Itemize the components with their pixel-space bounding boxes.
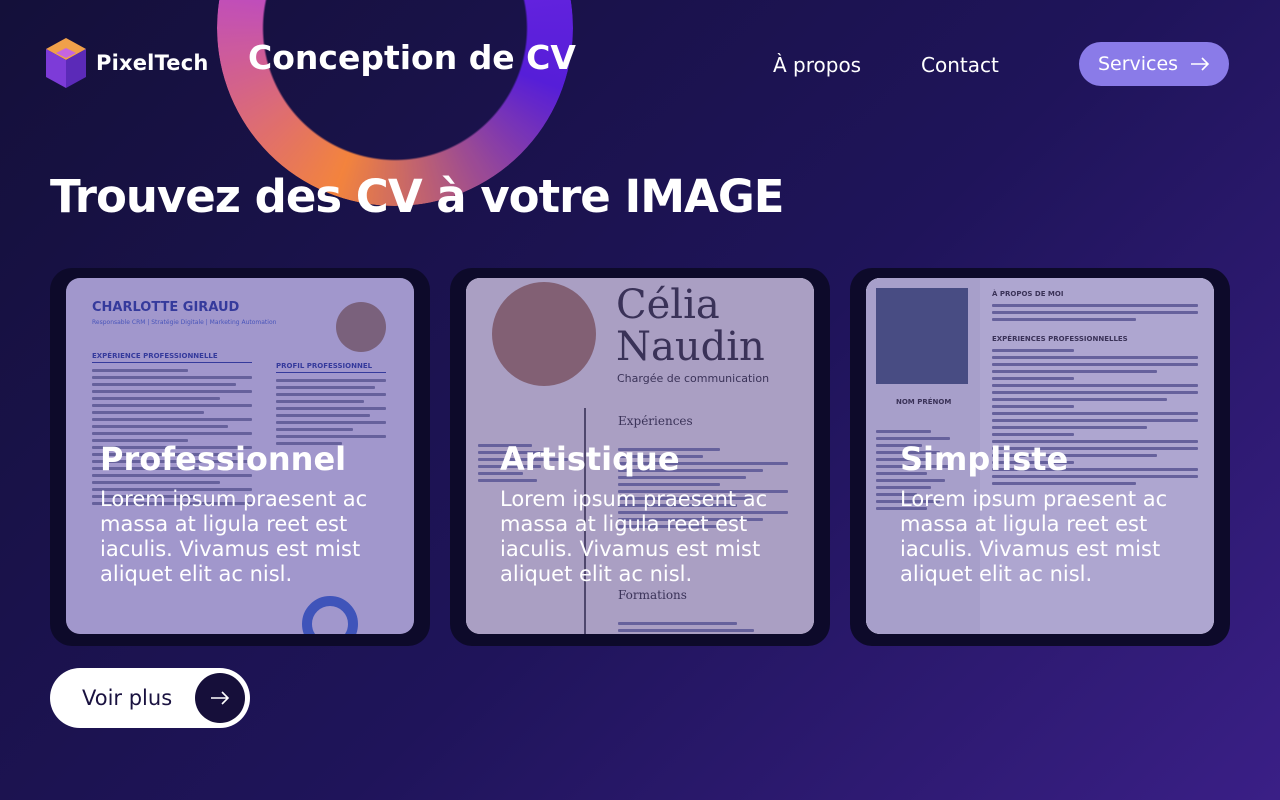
card-description: Lorem ipsum praesent ac massa at ligula …: [100, 487, 368, 587]
preview-name: CHARLOTTE GIRAUD: [92, 300, 240, 315]
preview-section-title: À PROPOS DE MOI: [992, 290, 1064, 298]
preview-name: Célia Naudin: [616, 282, 765, 370]
preview-photo: [336, 302, 386, 352]
card-description: Lorem ipsum praesent ac massa at ligula …: [900, 487, 1168, 587]
voir-plus-label: Voir plus: [82, 686, 173, 710]
preview-section-title: EXPÉRIENCES PROFESSIONNELLES: [992, 335, 1128, 343]
cube-logo-icon: [46, 38, 86, 88]
voir-plus-button[interactable]: Voir plus: [50, 668, 250, 728]
card-title: Simpliste: [900, 440, 1069, 478]
arrow-right-icon: [211, 691, 230, 705]
card-title: Professionnel: [100, 440, 347, 478]
arrow-right-icon: [1191, 57, 1210, 71]
cv-cards: CHARLOTTE GIRAUD Responsable CRM | Strat…: [50, 268, 1230, 646]
brand-logo[interactable]: PixelTech: [42, 36, 209, 90]
preview-role: Responsable CRM | Stratégie Digitale | M…: [92, 319, 277, 326]
cv-card-artistique[interactable]: Célia Naudin Chargée de communication Ex…: [450, 268, 830, 646]
card-title: Artistique: [500, 440, 680, 478]
arrow-circle: [195, 673, 245, 723]
preview-role: Chargée de communication: [617, 372, 770, 385]
preview-section-title: Formations: [618, 588, 687, 602]
preview-name: NOM PRÉNOM: [896, 398, 952, 406]
cv-card-professionnel[interactable]: CHARLOTTE GIRAUD Responsable CRM | Strat…: [50, 268, 430, 646]
preview-section-title: EXPÉRIENCE PROFESSIONNELLE: [92, 352, 252, 363]
nav-contact-link[interactable]: Contact: [921, 53, 999, 77]
preview-section-title: PROFIL PROFESSIONNEL: [276, 362, 386, 373]
card-description: Lorem ipsum praesent ac massa at ligula …: [500, 487, 768, 587]
cv-card-simpliste[interactable]: NOM PRÉNOM À PROPOS DE MOI EXPÉRIENCES P…: [850, 268, 1230, 646]
nav-about-link[interactable]: À propos: [773, 53, 861, 77]
header-title: Conception de CV: [248, 38, 576, 77]
services-button[interactable]: Services: [1079, 42, 1229, 86]
brand-name: PixelTech: [96, 51, 209, 75]
preview-photo: [492, 282, 596, 386]
preview-photo: [876, 288, 968, 384]
services-label: Services: [1097, 53, 1179, 75]
hero-heading: Trouvez des CV à votre IMAGE: [50, 170, 785, 223]
preview-section-title: Expériences: [618, 414, 693, 428]
preview-donut-chart: [302, 596, 358, 634]
